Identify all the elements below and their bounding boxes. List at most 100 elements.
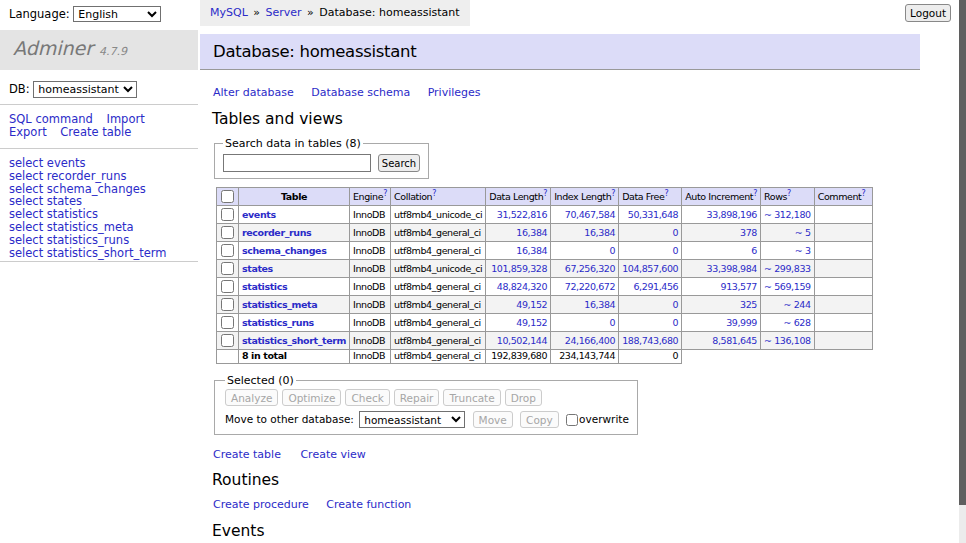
sidebar-table-link[interactable]: select recorder_runs: [9, 170, 190, 183]
copy-button[interactable]: Copy: [520, 411, 559, 428]
breadcrumb-server[interactable]: Server: [266, 6, 302, 19]
move-button[interactable]: Move: [473, 411, 513, 428]
sql-command-link[interactable]: SQL command: [9, 112, 93, 126]
data-free-cell[interactable]: 50,331,648: [619, 206, 682, 224]
row-checkbox[interactable]: [221, 280, 234, 293]
alter-database-link[interactable]: Alter database: [213, 86, 294, 99]
row-checkbox[interactable]: [221, 262, 234, 275]
help-link[interactable]: ?: [432, 188, 436, 197]
index-length-cell[interactable]: 24,166,400: [551, 332, 619, 350]
index-length-cell[interactable]: 67,256,320: [551, 260, 619, 278]
scrollbar-thumb[interactable]: [959, 0, 966, 505]
auto-increment-cell[interactable]: 33,398,984: [682, 260, 761, 278]
table-name-link[interactable]: schema_changes: [242, 245, 326, 256]
data-length-cell[interactable]: 31,522,816: [486, 206, 551, 224]
row-checkbox[interactable]: [221, 244, 234, 257]
sidebar-table-link[interactable]: select statistics_meta: [9, 221, 190, 234]
data-length-cell[interactable]: 48,824,320: [486, 278, 551, 296]
import-link[interactable]: Import: [106, 112, 144, 126]
drop-button[interactable]: Drop: [505, 389, 542, 406]
data-length-cell[interactable]: 101,859,328: [486, 260, 551, 278]
create-procedure-link[interactable]: Create procedure: [213, 498, 309, 511]
help-link[interactable]: ?: [753, 188, 757, 197]
check-button[interactable]: Check: [345, 389, 389, 406]
rows-cell[interactable]: ~ 628: [761, 314, 815, 332]
auto-increment-cell[interactable]: 913,577: [682, 278, 761, 296]
move-db-select[interactable]: homeassistant: [359, 411, 465, 428]
auto-increment-cell[interactable]: 33,898,196: [682, 206, 761, 224]
rows-cell[interactable]: ~ 5: [761, 224, 815, 242]
table-name-link[interactable]: statistics_meta: [242, 299, 317, 310]
table-name-link[interactable]: recorder_runs: [242, 227, 311, 238]
data-length-cell[interactable]: 10,502,144: [486, 332, 551, 350]
breadcrumb-mysql[interactable]: MySQL: [210, 6, 248, 19]
rows-cell[interactable]: ~ 569,159: [761, 278, 815, 296]
search-input[interactable]: [223, 154, 371, 172]
data-free-cell[interactable]: 0: [619, 314, 682, 332]
auto-increment-cell[interactable]: 6: [682, 242, 761, 260]
select-all-checkbox[interactable]: [221, 190, 234, 203]
create-function-link[interactable]: Create function: [326, 498, 411, 511]
rows-cell[interactable]: ~ 3: [761, 242, 815, 260]
data-length-cell[interactable]: 49,152: [486, 314, 551, 332]
export-link[interactable]: Export: [9, 125, 47, 139]
create-view-link[interactable]: Create view: [300, 448, 365, 461]
data-free-cell[interactable]: 0: [619, 224, 682, 242]
data-free-cell[interactable]: 0: [619, 296, 682, 314]
truncate-button[interactable]: Truncate: [443, 389, 500, 406]
search-button[interactable]: Search: [378, 154, 420, 172]
help-link[interactable]: ?: [787, 188, 791, 197]
logout-button[interactable]: Logout: [905, 4, 951, 22]
help-link[interactable]: ?: [611, 188, 615, 197]
sidebar-table-link[interactable]: select statistics_runs: [9, 234, 190, 247]
table-name-link[interactable]: statistics_short_term: [242, 335, 346, 346]
help-link[interactable]: ?: [543, 188, 547, 197]
row-checkbox[interactable]: [221, 316, 234, 329]
index-length-cell[interactable]: 70,467,584: [551, 206, 619, 224]
table-name-link[interactable]: states: [242, 263, 273, 274]
data-length-cell[interactable]: 16,384: [486, 224, 551, 242]
index-length-cell[interactable]: 16,384: [551, 224, 619, 242]
sidebar-table-link[interactable]: select events: [9, 157, 190, 170]
row-checkbox[interactable]: [221, 334, 234, 347]
help-link[interactable]: ?: [664, 188, 668, 197]
auto-increment-cell[interactable]: 325: [682, 296, 761, 314]
auto-increment-cell[interactable]: 8,581,645: [682, 332, 761, 350]
index-length-cell[interactable]: 0: [551, 314, 619, 332]
rows-cell[interactable]: ~ 136,108: [761, 332, 815, 350]
repair-button[interactable]: Repair: [394, 389, 440, 406]
db-select[interactable]: homeassistant: [33, 81, 137, 98]
data-free-cell[interactable]: 188,743,680: [619, 332, 682, 350]
data-length-cell[interactable]: 49,152: [486, 296, 551, 314]
rows-cell[interactable]: ~ 244: [761, 296, 815, 314]
table-name-link[interactable]: events: [242, 209, 276, 220]
database-schema-link[interactable]: Database schema: [311, 86, 410, 99]
index-length-cell[interactable]: 72,220,672: [551, 278, 619, 296]
data-free-cell[interactable]: 104,857,600: [619, 260, 682, 278]
data-length-cell[interactable]: 16,384: [486, 242, 551, 260]
rows-cell[interactable]: ~ 299,833: [761, 260, 815, 278]
table-name-link[interactable]: statistics: [242, 281, 287, 292]
help-link[interactable]: ?: [383, 188, 387, 197]
language-select[interactable]: English: [73, 6, 161, 22]
row-checkbox[interactable]: [221, 298, 234, 311]
row-checkbox[interactable]: [221, 208, 234, 221]
help-link[interactable]: ?: [861, 188, 865, 197]
optimize-button[interactable]: Optimize: [282, 389, 341, 406]
create-table-link[interactable]: Create table: [213, 448, 281, 461]
auto-increment-cell[interactable]: 378: [682, 224, 761, 242]
sidebar-table-link[interactable]: select statistics_short_term: [9, 247, 190, 260]
overwrite-checkbox[interactable]: [566, 414, 578, 426]
create-table-sidebar-link[interactable]: Create table: [60, 125, 131, 139]
index-length-cell[interactable]: 0: [551, 242, 619, 260]
analyze-button[interactable]: Analyze: [225, 389, 278, 406]
privileges-link[interactable]: Privileges: [428, 86, 481, 99]
data-free-cell[interactable]: 6,291,456: [619, 278, 682, 296]
data-free-cell[interactable]: 0: [619, 242, 682, 260]
table-name-link[interactable]: statistics_runs: [242, 317, 314, 328]
row-checkbox[interactable]: [221, 226, 234, 239]
index-length-cell[interactable]: 16,384: [551, 296, 619, 314]
auto-increment-cell[interactable]: 39,999: [682, 314, 761, 332]
rows-cell[interactable]: ~ 312,180: [761, 206, 815, 224]
scrollbar[interactable]: [959, 0, 966, 539]
